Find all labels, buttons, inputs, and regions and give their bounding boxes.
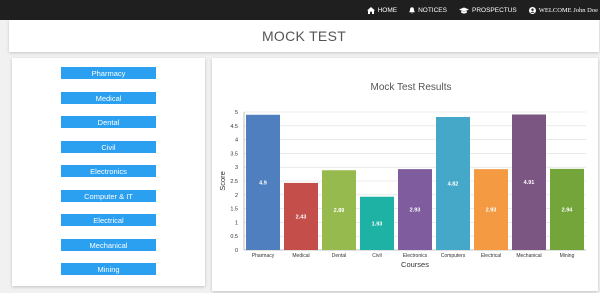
course-button-civil[interactable]: Civil <box>61 141 156 153</box>
nav-notices-link[interactable]: NOTICES <box>409 7 447 14</box>
mock-test-results-chart: Mock Test Results 0 0.5 1 1.5 2 2.5 3 3.5 4 4.5 5 4.… <box>218 82 586 269</box>
x-tick-label: Pharmacy <box>252 253 275 259</box>
graduation-cap-icon <box>458 7 469 14</box>
x-tick-label: Mining <box>560 253 575 259</box>
bar-value-label: 1.93 <box>372 221 383 227</box>
y-axis-title: Score <box>218 171 227 191</box>
x-tick-label: Computers <box>441 253 466 259</box>
course-button-mechanical[interactable]: Mechanical <box>61 239 156 251</box>
x-tick-label: Mechanical <box>516 253 541 259</box>
y-tick-label: 0 <box>235 248 238 254</box>
nav-prospectus-label: PROSPECTUS <box>471 6 517 14</box>
course-button-pharmacy[interactable]: Pharmacy <box>61 67 156 79</box>
x-axis-title: Courses <box>401 260 429 269</box>
bar-value-label: 4.9 <box>259 180 267 186</box>
user-icon <box>528 6 536 14</box>
nav-user-menu[interactable]: WELCOME John Doe <box>528 6 598 14</box>
y-tick-label: 2.5 <box>230 179 238 185</box>
course-button-dental[interactable]: Dental <box>61 116 156 128</box>
nav-home-link[interactable]: HOME <box>366 6 398 14</box>
course-button-mining[interactable]: Mining <box>61 263 156 275</box>
x-tick-label: Civil <box>372 253 381 259</box>
nav-welcome-label: WELCOME John Doe <box>538 6 598 14</box>
results-panel: Mock Test Results 0 0.5 1 1.5 2 2.5 3 3.5 4 4.5 5 4.… <box>212 58 598 291</box>
x-tick-label: Electronics <box>403 253 428 259</box>
y-tick-label: 3.5 <box>230 151 238 157</box>
bell-icon <box>409 6 415 14</box>
nav-prospectus-link[interactable]: PROSPECTUS <box>458 6 517 14</box>
y-tick-label: 1.5 <box>230 207 238 213</box>
bar-value-label: 2.94 <box>562 207 574 213</box>
course-button-computer-it[interactable]: Computer & IT <box>61 190 156 202</box>
chart-title: Mock Test Results <box>371 82 452 93</box>
x-tick-label: Medical <box>292 253 309 259</box>
y-tick-label: 4.5 <box>230 124 238 130</box>
y-tick-label: 3 <box>235 165 238 171</box>
nav-home-label: HOME <box>377 6 398 14</box>
y-tick-label: 5 <box>235 110 238 116</box>
bar-value-label: 4.91 <box>524 180 535 186</box>
y-tick-label: 4 <box>235 138 238 144</box>
bar-value-label: 2.93 <box>410 208 421 214</box>
top-nav: HOME NOTICES PROSPECTUS WELCOME John Doe <box>366 0 600 20</box>
page-header: MOCK TEST <box>9 20 599 52</box>
home-icon <box>366 6 375 14</box>
y-tick-label: 1 <box>235 220 238 226</box>
top-nav-bar: HOME NOTICES PROSPECTUS WELCOME John Doe <box>0 0 600 20</box>
bar-value-label: 2.89 <box>334 208 345 214</box>
course-button-electronics[interactable]: Electronics <box>61 165 156 177</box>
x-tick-label: Dental <box>332 253 346 259</box>
nav-notices-label: NOTICES <box>418 6 447 14</box>
y-tick-label: 0.5 <box>230 234 238 240</box>
course-sidebar: Pharmacy Medical Dental Civil Electronic… <box>12 58 205 286</box>
x-tick-label: Electrical <box>481 253 501 259</box>
bar-value-label: 4.82 <box>448 181 459 187</box>
course-button-electrical[interactable]: Electrical <box>61 214 156 226</box>
course-button-medical[interactable]: Medical <box>61 92 156 104</box>
bar-value-label: 2.43 <box>296 214 307 220</box>
y-tick-label: 2 <box>235 193 238 199</box>
bar-value-label: 2.93 <box>486 208 497 214</box>
page-title: MOCK TEST <box>261 28 347 44</box>
